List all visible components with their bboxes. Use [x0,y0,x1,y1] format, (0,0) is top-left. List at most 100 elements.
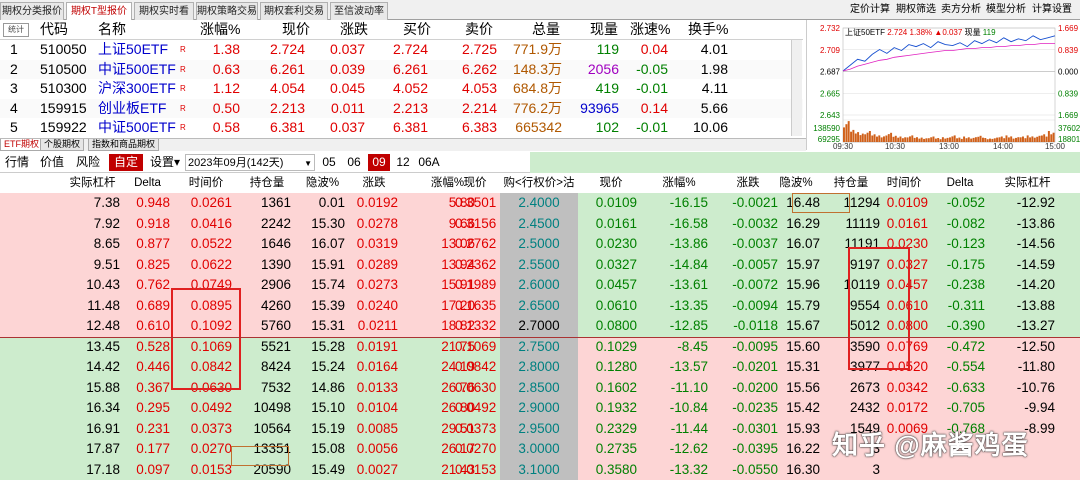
quote-row[interactable]: 4 159915 创业板ETF R 0.50 2.213 0.011 2.213 2.214 77… [0,98,803,118]
option-row[interactable]: 16.34 0.295 0.0492 10498 15.10 0.0104 26.80 0.0… [0,398,1080,419]
option-row[interactable]: 9.51 0.825 0.0622 1390 15.91 0.0289 13.94 0.236… [0,254,1080,276]
strike-price[interactable]: 2.5500 [500,254,578,275]
put-cell[interactable]: -0.390 [935,316,985,337]
put-cell[interactable]: 0.0109 [880,193,928,214]
put-col-header[interactable]: 现价 [585,173,637,194]
link-seller-analysis[interactable]: 卖方分析 [941,3,981,17]
call-col-header[interactable]: 实际杠杆 [65,173,120,194]
put-cell[interactable]: 15.60 [772,337,820,358]
call-cell[interactable]: 2242 [243,214,291,235]
put-cell[interactable]: -12.92 [1000,193,1055,214]
col-pct[interactable]: 涨幅% [200,20,240,40]
option-row[interactable]: 7.92 0.918 0.0416 2242 15.30 0.0278 9.66 0.3156… [0,213,1080,235]
put-cell[interactable]: 0.0327 [585,255,637,276]
put-cell[interactable]: 0.0610 [585,296,637,317]
strike-price[interactable]: 2.7500 [500,336,578,357]
call-cell[interactable]: 15.19 [300,419,345,440]
call-cell[interactable]: 0.367 [125,378,170,399]
call-cell[interactable]: 0.0133 [350,378,398,399]
put-cell[interactable]: -12.62 [650,439,708,460]
put-cell[interactable]: -0.0037 [718,234,778,255]
call-cell[interactable]: 0.0192 [350,193,398,214]
put-cell[interactable]: -14.20 [1000,275,1055,296]
col-name[interactable]: 名称 [98,20,126,40]
put-cell[interactable]: -0.554 [935,357,985,378]
quote-scrollbar[interactable] [791,40,802,136]
put-cell[interactable]: -0.472 [935,337,985,358]
strike-price[interactable]: 2.8000 [500,357,578,378]
put-cell[interactable]: 0.0161 [585,214,637,235]
put-cell[interactable]: 2673 [822,378,880,399]
tab-option-category-quotes[interactable]: 期权分类报价 [0,2,64,20]
put-col-header[interactable]: Delta [935,173,985,194]
call-cell[interactable]: 0.0492 [455,398,496,419]
col-speed[interactable]: 涨速% [630,20,670,40]
call-cell[interactable]: 0.1989 [455,275,496,296]
call-cell[interactable]: 10.43 [65,275,120,296]
call-cell[interactable]: 8424 [243,357,291,378]
put-cell[interactable]: -0.311 [935,296,985,317]
link-calc-settings[interactable]: 计算设置 [1032,3,1072,17]
strike-price[interactable]: 3.1000 [500,459,578,480]
call-col-header[interactable]: 现价 [455,173,495,194]
tab-option-t-quotes[interactable]: 期权T型报价 [66,2,132,20]
call-cell[interactable]: 0.231 [125,419,170,440]
tab-option-strategy[interactable]: 期权策略交易 [196,2,258,20]
call-cell[interactable]: 0.0373 [455,419,496,440]
put-cell[interactable]: -13.86 [1000,214,1055,235]
call-cell[interactable]: 0.0211 [350,316,398,337]
put-cell[interactable]: -8.45 [650,337,708,358]
col-code[interactable]: 代码 [40,20,68,40]
put-cell[interactable]: -11.80 [1000,357,1055,378]
put-cell[interactable]: -0.082 [935,214,985,235]
call-cell[interactable]: 0.2362 [455,255,496,276]
call-cell[interactable]: 0.948 [125,193,170,214]
call-cell[interactable]: 0.3156 [455,214,496,235]
call-cell[interactable]: 0.0278 [350,214,398,235]
put-cell[interactable]: 15.42 [772,398,820,419]
put-cell[interactable]: 0.1029 [585,337,637,358]
quote-row[interactable]: 2 510500 中证500ETF R 0.63 6.261 0.039 6.261 6.262… [0,59,803,79]
call-cell[interactable]: 0.0240 [350,296,398,317]
put-cell[interactable]: -0.0095 [718,337,778,358]
put-cell[interactable]: -0.0032 [718,214,778,235]
call-cell[interactable]: 15.49 [300,460,345,481]
put-cell[interactable]: -13.35 [650,296,708,317]
put-cell[interactable]: -0.0118 [718,316,778,337]
put-cell[interactable]: -0.0094 [718,296,778,317]
strike-price[interactable]: 2.4500 [500,213,578,234]
call-cell[interactable]: 0.825 [125,255,170,276]
toolbar-quotes[interactable]: 行情 [5,154,29,171]
put-cell[interactable]: 16.07 [772,234,820,255]
put-cell[interactable]: 0.2735 [585,439,637,460]
toolbar-value[interactable]: 价值 [40,154,64,171]
call-cell[interactable]: 1361 [243,193,291,214]
call-cell[interactable]: 1390 [243,255,291,276]
put-col-header[interactable]: 持仓量 [822,173,880,194]
put-cell[interactable]: -0.0395 [718,439,778,460]
call-cell[interactable]: 0.0522 [180,234,232,255]
call-cell[interactable]: 14.86 [300,378,345,399]
call-cell[interactable]: 8.65 [65,234,120,255]
call-cell[interactable]: 7.38 [65,193,120,214]
option-row[interactable]: 14.42 0.446 0.0842 8424 15.24 0.0164 24.19 0.08… [0,357,1080,378]
call-col-header[interactable]: 持仓量 [243,173,291,194]
put-cell[interactable]: 15.67 [772,316,820,337]
put-col-header[interactable]: 时间价 [880,173,928,194]
put-cell[interactable]: -14.56 [1000,234,1055,255]
put-cell[interactable]: 0.0161 [880,214,928,235]
strike-price[interactable]: 2.5000 [500,234,578,255]
call-cell[interactable]: 15.10 [300,398,345,419]
put-cell[interactable]: 0.1932 [585,398,637,419]
call-cell[interactable]: 0.0319 [350,234,398,255]
call-cell[interactable]: 0.0191 [350,337,398,358]
link-model-analysis[interactable]: 模型分析 [986,3,1026,17]
call-cell[interactable]: 0.0270 [455,439,496,460]
put-cell[interactable]: 15.97 [772,255,820,276]
call-cell[interactable]: 1646 [243,234,291,255]
put-col-header[interactable]: 涨跌 [718,173,778,194]
put-cell[interactable]: -0.0301 [718,419,778,440]
col-vol[interactable]: 总量 [532,20,560,40]
month-05[interactable]: 05 [320,154,338,171]
tab-option-arbitrage[interactable]: 期权套利交易 [260,2,328,20]
